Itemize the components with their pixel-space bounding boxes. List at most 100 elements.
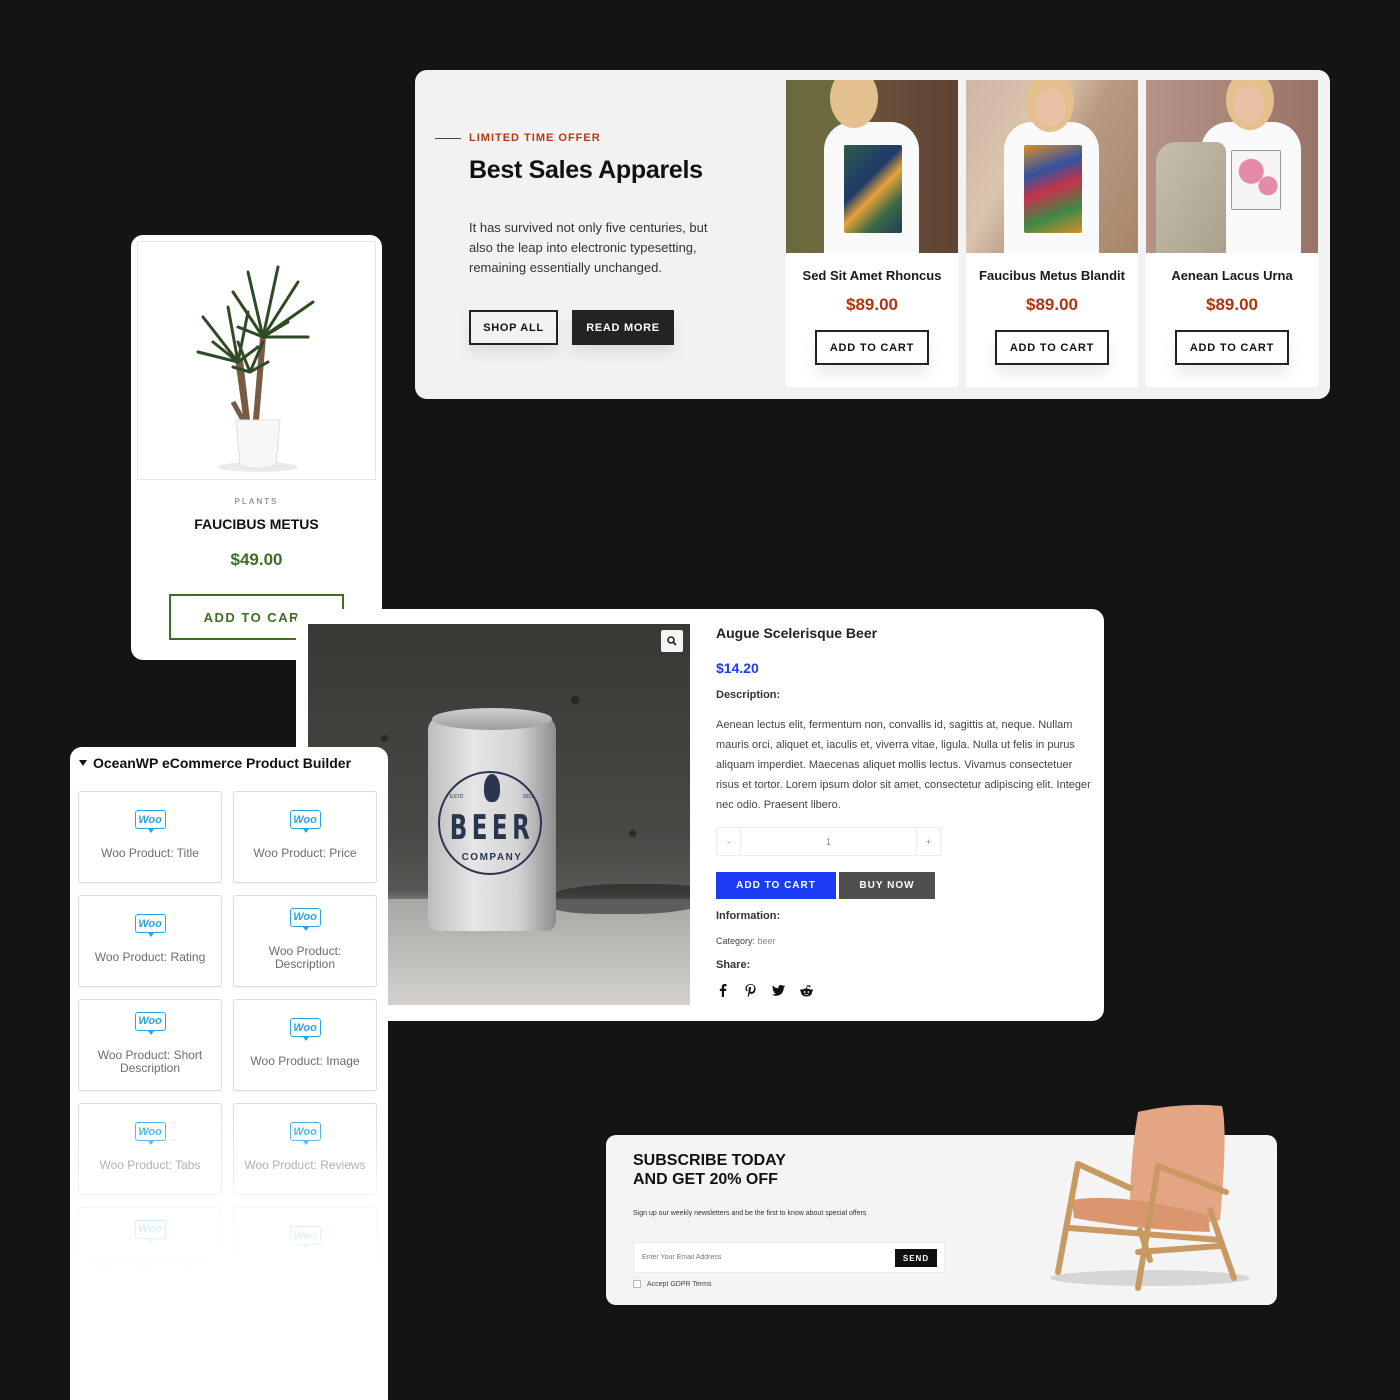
- woo-icon: Woo: [134, 810, 166, 833]
- widget-label: Woo Product: Short Description: [97, 1047, 203, 1075]
- widget-label: Woo Product: Tabs: [99, 1158, 201, 1172]
- banner-title: Best Sales Apparels: [469, 156, 703, 184]
- widget-label: Woo Product: Description: [268, 943, 342, 971]
- subscribe-lead: Sign up our weekly newsletters and be th…: [633, 1210, 867, 1217]
- twitter-icon[interactable]: [772, 984, 785, 997]
- widget-label: Woo Product: Reviews: [244, 1158, 366, 1172]
- share-label: Share:: [716, 959, 751, 971]
- can-brand: BEER: [449, 808, 535, 848]
- eyebrow-text: LIMITED TIME OFFER: [469, 132, 601, 144]
- subscribe-form: SEND: [633, 1242, 945, 1273]
- plant-illustration: [196, 265, 315, 472]
- product-cards: Sed Sit Amet Rhoncus $89.00 ADD TO CART …: [786, 80, 1318, 387]
- can-company: COMPANY: [461, 852, 523, 863]
- plant-title[interactable]: FAUCIBUS METUS: [131, 516, 382, 532]
- subscribe-title: SUBSCRIBE TODAY AND GET 20% OFF: [633, 1152, 786, 1188]
- can-year: 2019: [522, 794, 534, 800]
- product-price: $89.00: [846, 295, 898, 314]
- image-zoom-button[interactable]: [661, 630, 683, 652]
- reddit-icon[interactable]: [800, 984, 813, 997]
- woo-icon: Woo: [134, 1011, 166, 1035]
- widget-label: Woo Product: Price: [253, 846, 357, 860]
- eyebrow: LIMITED TIME OFFER: [435, 132, 601, 144]
- category-label: Category:: [716, 936, 756, 946]
- woo-icon: Woo: [134, 1219, 166, 1243]
- widget-label: Woo Product: Title: [101, 846, 199, 860]
- email-input[interactable]: [634, 1243, 884, 1272]
- widget-label: Woo Product: Image: [250, 1054, 360, 1068]
- widget-tabs[interactable]: Woo Woo Product: Tabs: [78, 1103, 222, 1195]
- quantity-decrease-button[interactable]: -: [717, 828, 740, 855]
- quantity-increase-button[interactable]: +: [917, 828, 940, 855]
- banner-body: It has survived not only five centuries,…: [469, 220, 708, 275]
- add-to-cart-button[interactable]: ADD TO CART: [1175, 330, 1289, 365]
- widget-title[interactable]: Woo Woo Product: Title: [78, 791, 222, 883]
- widget-upsell[interactable]: Woo Woo Product: Upsell: [233, 1207, 377, 1299]
- plant-product-card: PLANTS FAUCIBUS METUS $49.00 ADD TO CART: [131, 235, 382, 660]
- product-image[interactable]: [786, 80, 958, 253]
- add-to-cart-button[interactable]: ADD TO CART: [995, 330, 1109, 365]
- buy-now-button[interactable]: BUY NOW: [839, 872, 935, 899]
- widget-label: Woo Product: Rating: [94, 950, 206, 964]
- woo-icon: Woo: [289, 1226, 321, 1249]
- widget-description[interactable]: Woo Woo Product: Description: [233, 895, 377, 987]
- caret-down-icon: [79, 760, 87, 766]
- product-card: Faucibus Metus Blandit $89.00 ADD TO CAR…: [966, 80, 1138, 387]
- woo-icon: Woo: [289, 810, 321, 833]
- widget-reviews[interactable]: Woo Woo Product: Reviews: [233, 1103, 377, 1195]
- product-price: $89.00: [1206, 295, 1258, 314]
- quantity-stepper: - 1 +: [716, 827, 941, 856]
- woo-icon: Woo: [289, 907, 321, 931]
- chair-image: [1030, 1100, 1270, 1300]
- product-builder-panel: OceanWP eCommerce Product Builder Woo Wo…: [70, 747, 388, 1400]
- beer-product-detail: ESTD 2019 BEER COMPANY Augue Scelerisque…: [296, 609, 1104, 1021]
- add-to-cart-button[interactable]: ADD TO CART: [716, 872, 836, 899]
- widget-grid: Woo Woo Product: Title Woo Woo Product: …: [78, 791, 377, 1299]
- product-image[interactable]: [1146, 80, 1318, 253]
- beer-can: ESTD 2019 BEER COMPANY: [428, 708, 556, 931]
- category-link[interactable]: beer: [758, 936, 776, 946]
- woo-icon: Woo: [134, 914, 166, 937]
- plant-category[interactable]: PLANTS: [131, 497, 382, 506]
- product-card: Sed Sit Amet Rhoncus $89.00 ADD TO CART: [786, 80, 958, 387]
- plant-price: $49.00: [230, 550, 283, 569]
- plant-image[interactable]: [137, 241, 376, 480]
- send-button[interactable]: SEND: [895, 1249, 937, 1267]
- gdpr-consent: Accept GDPR Terms: [633, 1280, 711, 1288]
- category-line: Category: beer: [716, 936, 776, 946]
- widget-label: Woo Product: Upsell: [250, 1262, 360, 1276]
- widget-reviews-slider[interactable]: Woo Woo Product: Reviews Slider: [78, 1207, 222, 1299]
- woo-icon: Woo: [289, 1122, 321, 1145]
- product-name[interactable]: Sed Sit Amet Rhoncus: [803, 268, 942, 283]
- quantity-input[interactable]: 1: [740, 828, 917, 855]
- builder-panel-header[interactable]: OceanWP eCommerce Product Builder: [79, 755, 351, 771]
- gdpr-label: Accept GDPR Terms: [647, 1280, 712, 1288]
- sales-banner: LIMITED TIME OFFER Best Sales Apparels I…: [415, 70, 1330, 399]
- share-icons: [716, 984, 813, 997]
- widget-label: Woo Product: Reviews Slider: [89, 1255, 211, 1283]
- read-more-button[interactable]: READ MORE: [572, 310, 674, 345]
- eyebrow-line: [435, 137, 461, 139]
- gdpr-checkbox[interactable]: [633, 1280, 641, 1288]
- magnifier-icon: [667, 636, 677, 646]
- product-name[interactable]: Faucibus Metus Blandit: [979, 268, 1125, 283]
- product-description: Aenean lectus elit, fermentum non, conva…: [716, 719, 1091, 811]
- widget-price[interactable]: Woo Woo Product: Price: [233, 791, 377, 883]
- product-price: $89.00: [1026, 295, 1078, 314]
- can-estd: ESTD: [450, 794, 464, 800]
- woo-icon: Woo: [134, 1122, 166, 1145]
- product-card: Aenean Lacus Urna $89.00 ADD TO CART: [1146, 80, 1318, 387]
- description-label: Description:: [716, 689, 781, 701]
- product-name[interactable]: Aenean Lacus Urna: [1171, 268, 1292, 283]
- woo-icon: Woo: [289, 1018, 321, 1041]
- widget-short-description[interactable]: Woo Woo Product: Short Description: [78, 999, 222, 1091]
- add-to-cart-button[interactable]: ADD TO CART: [815, 330, 929, 365]
- product-price: $14.20: [716, 660, 759, 676]
- information-label: Information:: [716, 910, 781, 922]
- pinterest-icon[interactable]: [744, 984, 757, 997]
- widget-rating[interactable]: Woo Woo Product: Rating: [78, 895, 222, 987]
- product-image[interactable]: [966, 80, 1138, 253]
- shop-all-button[interactable]: SHOP ALL: [469, 310, 558, 345]
- widget-image[interactable]: Woo Woo Product: Image: [233, 999, 377, 1091]
- facebook-icon[interactable]: [716, 984, 729, 997]
